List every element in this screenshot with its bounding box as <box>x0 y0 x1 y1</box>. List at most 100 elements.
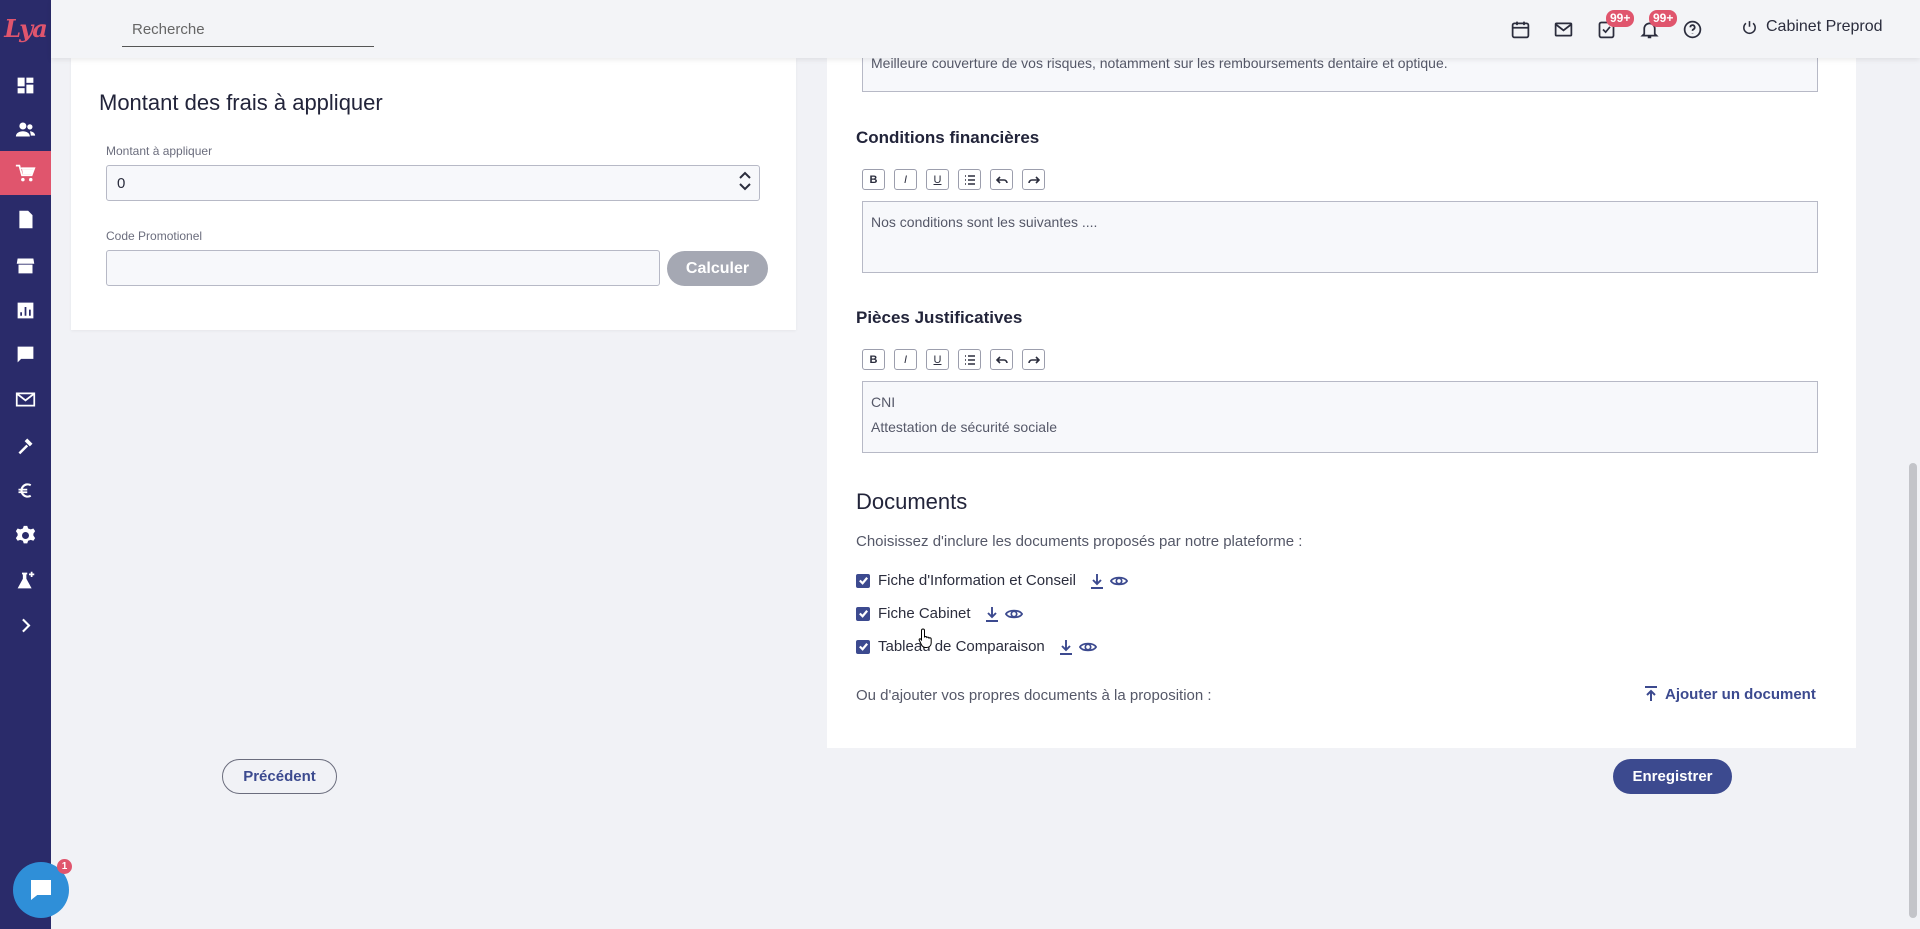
tools-icon <box>18 438 33 454</box>
financial-toolbar: B I U <box>862 169 1045 190</box>
italic-label: I <box>903 353 908 366</box>
list-icon <box>964 354 975 365</box>
bold-button[interactable]: B <box>862 169 885 190</box>
supporting-title: Pièces Justificatives <box>856 308 1023 327</box>
supporting-line: Attestation de sécurité sociale <box>871 419 1057 435</box>
promo-label: Code Promotionel <box>106 229 203 243</box>
underline-button[interactable]: U <box>926 349 949 370</box>
document-label: Fiche Cabinet <box>878 605 971 622</box>
sidebar-item-cart[interactable] <box>0 151 51 195</box>
italic-button[interactable]: I <box>894 349 917 370</box>
document-item: Fiche Cabinet <box>856 605 1023 622</box>
cart-icon <box>15 164 36 181</box>
list-icon <box>964 174 975 185</box>
promo-code-input[interactable] <box>106 250 660 286</box>
underline-label: U <box>933 173 942 186</box>
chat-icon <box>31 880 51 900</box>
scrollbar-thumb[interactable] <box>1909 463 1917 918</box>
chat-badge: 1 <box>57 859 72 874</box>
upload-icon <box>1645 686 1657 701</box>
add-document-button[interactable]: Ajouter un document <box>1643 685 1816 703</box>
sidebar-item-messages[interactable] <box>0 332 51 376</box>
document-item: Tableau de Comparaison <box>856 638 1097 655</box>
list-button[interactable] <box>958 169 981 190</box>
download-icon <box>1059 639 1072 655</box>
underline-label: U <box>933 353 942 366</box>
previous-button[interactable]: Précédent <box>222 759 337 794</box>
own-documents-text: Ou d'ajouter vos propres documents à la … <box>856 687 1212 704</box>
list-button[interactable] <box>958 349 981 370</box>
sidebar-item-lab[interactable] <box>0 558 51 602</box>
sidebar-item-documents[interactable] <box>0 197 51 241</box>
eye-icon <box>1078 642 1097 651</box>
sidebar-item-dashboard[interactable] <box>0 63 51 107</box>
amount-value: 0 <box>117 174 126 192</box>
sidebar-item-statistics[interactable] <box>0 288 51 332</box>
redo-button[interactable] <box>1022 349 1045 370</box>
undo-button[interactable] <box>990 349 1013 370</box>
calendar-button[interactable] <box>1507 16 1533 42</box>
chart-icon <box>17 302 34 318</box>
italic-button[interactable]: I <box>894 169 917 190</box>
document-label: Tableau de Comparaison <box>878 638 1045 655</box>
sidebar-item-settings[interactable] <box>0 513 51 557</box>
eye-icon <box>1109 576 1128 585</box>
checkbox[interactable] <box>856 573 870 588</box>
check-icon <box>858 610 868 618</box>
check-icon <box>858 643 868 651</box>
checkbox[interactable] <box>856 606 870 621</box>
sidebar-item-users[interactable] <box>0 107 51 151</box>
bold-label: B <box>869 353 878 366</box>
euro-icon <box>18 482 32 498</box>
fees-card: Montant des frais à appliquer Montant à … <box>71 58 796 330</box>
preview-button[interactable] <box>1004 606 1023 622</box>
fees-title: Montant des frais à appliquer <box>99 90 383 115</box>
sidebar-expand[interactable] <box>0 603 51 647</box>
chat-widget-button[interactable]: 1 <box>13 859 72 918</box>
document-label: Fiche d'Information et Conseil <box>878 572 1076 589</box>
download-button[interactable] <box>1057 639 1075 655</box>
user-name: Cabinet Preprod <box>1766 18 1883 35</box>
sidebar-item-store[interactable] <box>0 243 51 287</box>
check-icon <box>858 577 868 585</box>
download-button[interactable] <box>983 606 1001 622</box>
sidebar-item-mail[interactable] <box>0 377 51 421</box>
message-icon <box>17 346 34 362</box>
redo-icon <box>1027 175 1040 184</box>
sidebar-item-tools[interactable] <box>0 423 51 467</box>
sidebar-item-billing[interactable] <box>0 468 51 512</box>
help-icon <box>1683 20 1701 38</box>
financial-title: Conditions financières <box>856 128 1040 147</box>
supporting-editor[interactable]: CNI Attestation de sécurité sociale <box>862 381 1818 453</box>
user-menu[interactable]: Cabinet Preprod <box>1741 18 1883 36</box>
document-item: Fiche d'Information et Conseil <box>856 572 1128 589</box>
scrollbar[interactable] <box>1906 58 1920 929</box>
checkbox[interactable] <box>856 639 870 654</box>
mail-button[interactable] <box>1550 16 1576 42</box>
preview-button[interactable] <box>1109 573 1128 589</box>
preview-button[interactable] <box>1078 639 1097 655</box>
undo-button[interactable] <box>990 169 1013 190</box>
sidebar: Lya <box>0 0 51 929</box>
app-logo[interactable]: Lya <box>0 8 51 48</box>
eye-icon <box>1004 609 1023 618</box>
help-button[interactable] <box>1679 16 1705 42</box>
redo-button[interactable] <box>1022 169 1045 190</box>
search-input[interactable] <box>122 13 374 47</box>
amount-stepper[interactable] <box>739 170 751 192</box>
amount-input[interactable]: 0 <box>106 165 760 201</box>
proposal-card: Meilleure couverture de vos risques, not… <box>827 46 1856 748</box>
chevron-down-icon[interactable] <box>739 182 751 192</box>
notifications-button[interactable]: 99+ <box>1636 10 1678 42</box>
calculate-button[interactable]: Calculer <box>667 251 768 286</box>
save-button[interactable]: Enregistrer <box>1613 759 1732 794</box>
financial-editor[interactable]: Nos conditions sont les suivantes .... <box>862 201 1818 273</box>
download-button[interactable] <box>1088 573 1106 589</box>
undo-icon <box>995 355 1008 364</box>
bold-button[interactable]: B <box>862 349 885 370</box>
redo-icon <box>1027 355 1040 364</box>
underline-button[interactable]: U <box>926 169 949 190</box>
chevron-up-icon[interactable] <box>739 170 751 180</box>
tasks-button[interactable]: 99+ <box>1593 10 1635 42</box>
mail-icon <box>15 392 36 406</box>
